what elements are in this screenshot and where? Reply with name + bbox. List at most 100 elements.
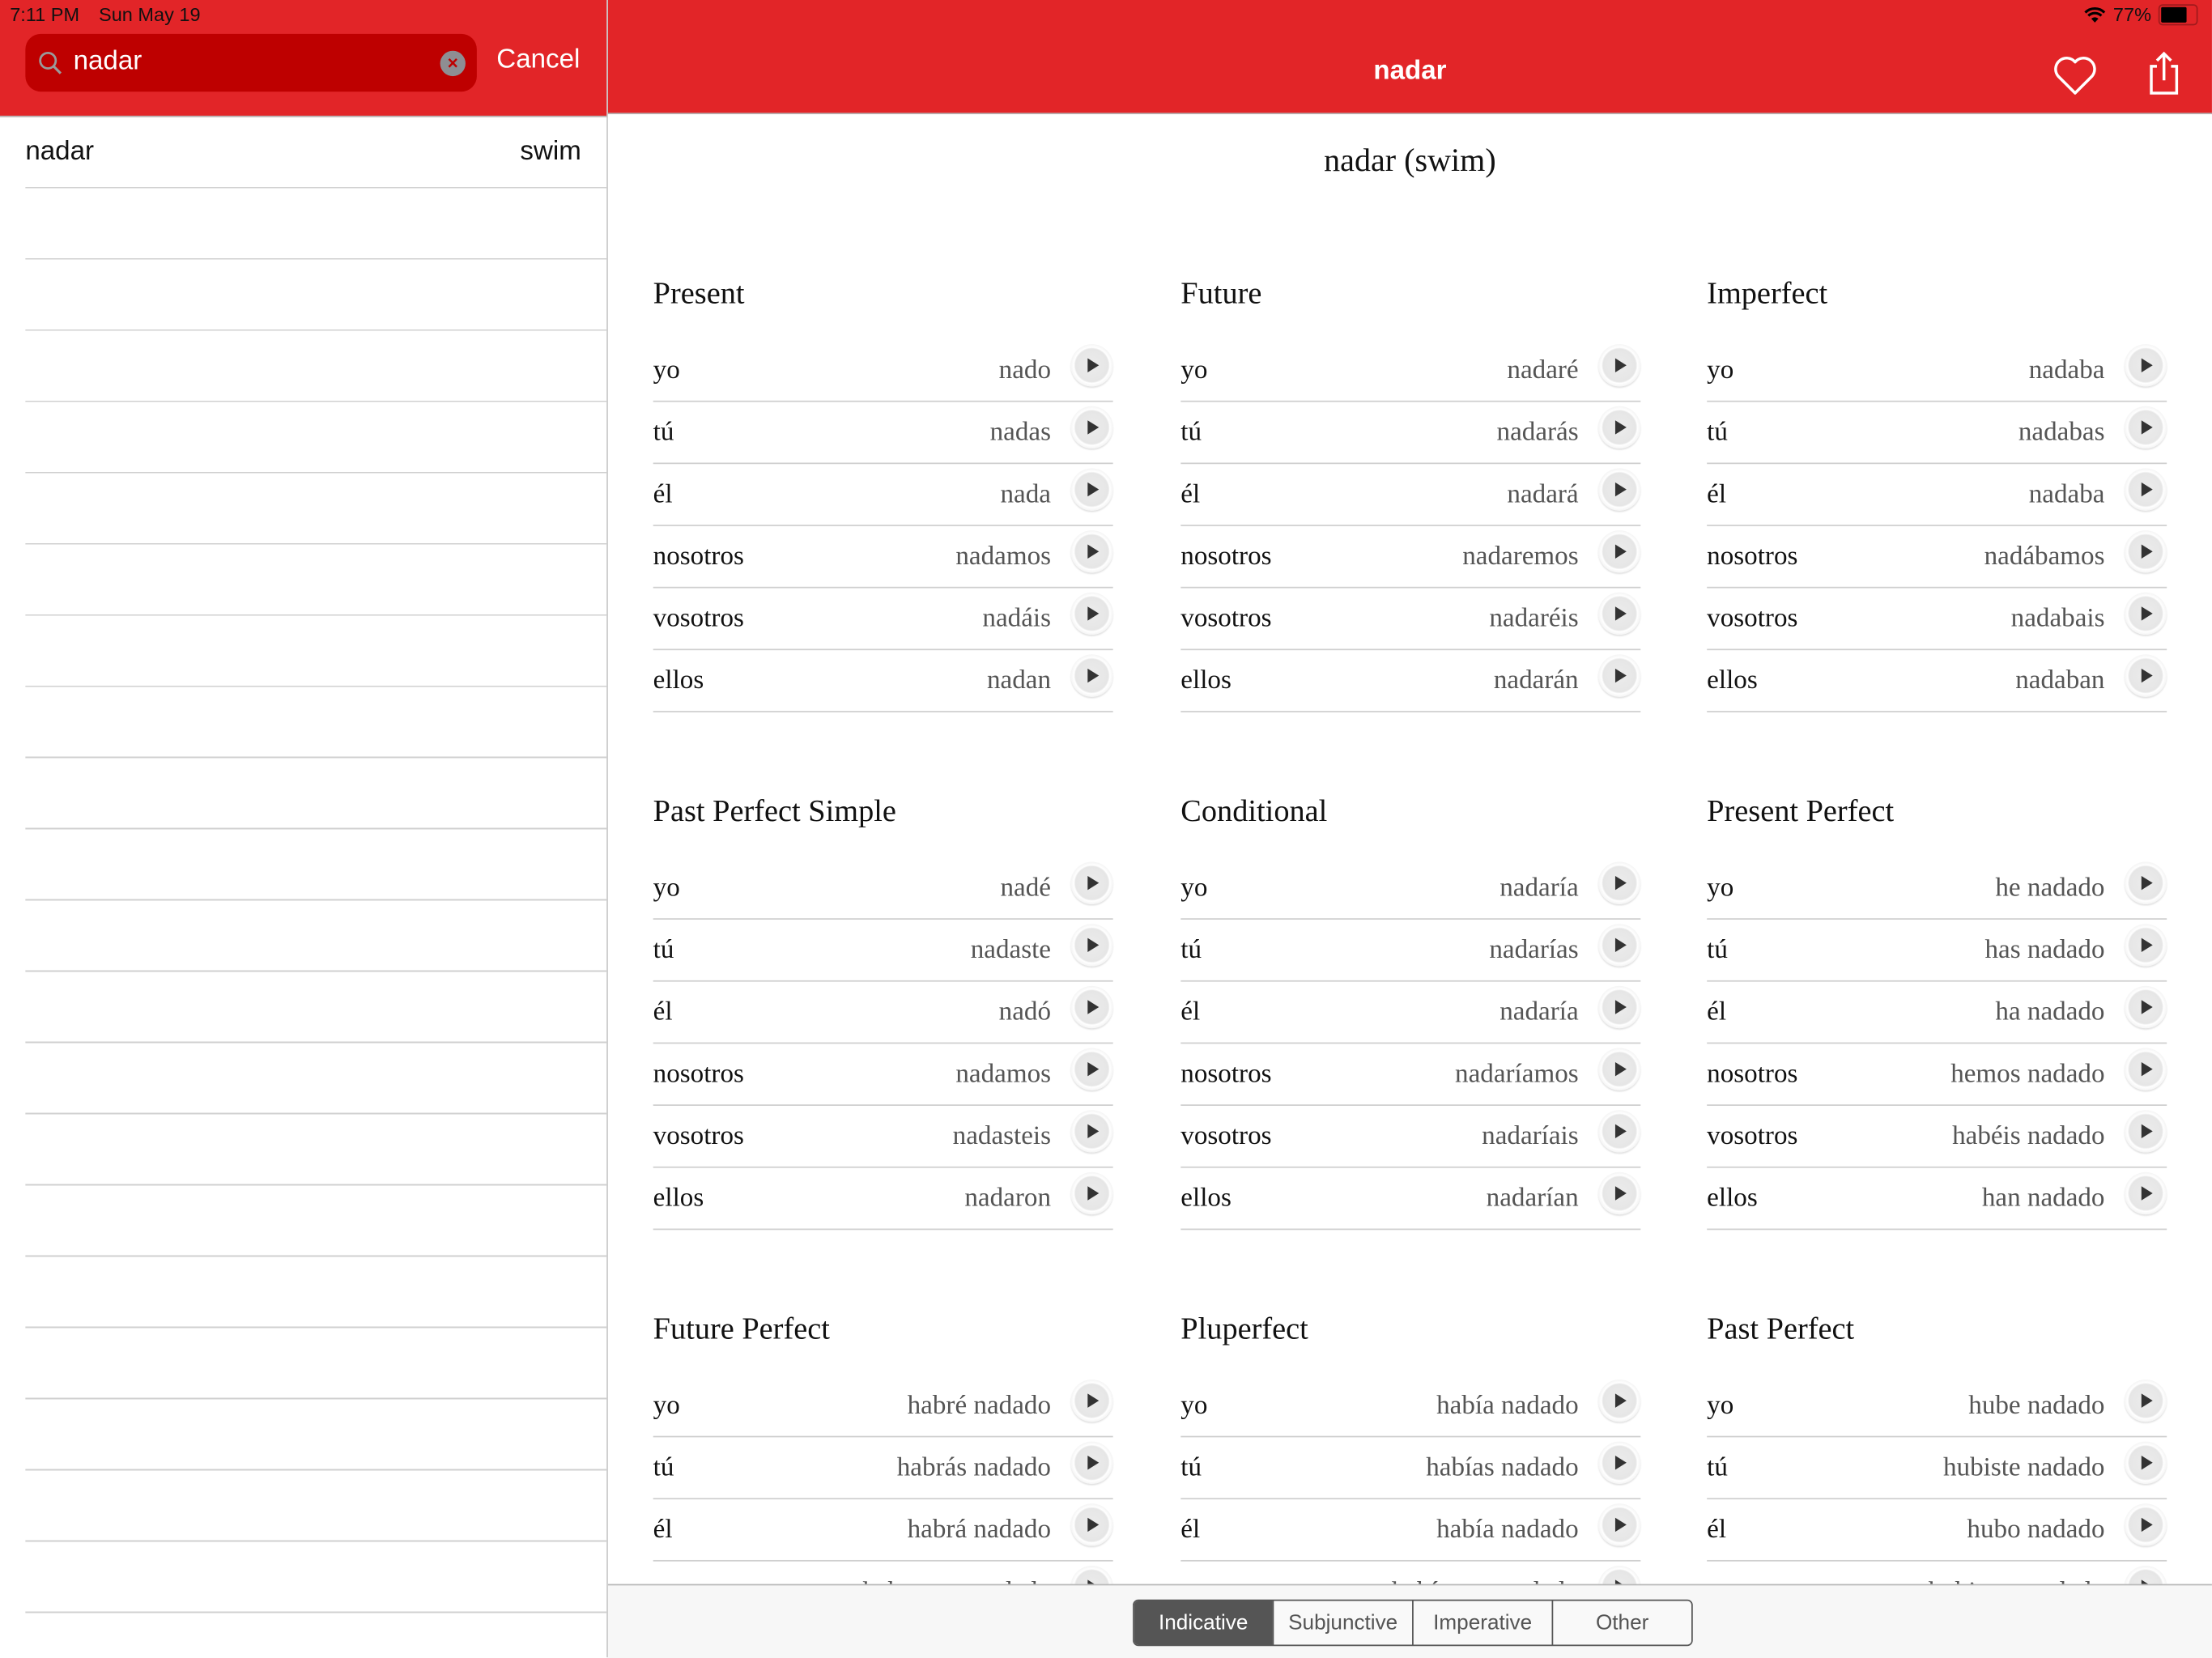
play-audio-icon[interactable] [2124, 1565, 2167, 1584]
conjugation-row: él nadaba [1707, 464, 2167, 526]
play-audio-icon[interactable] [1070, 1379, 1113, 1422]
share-icon[interactable] [2146, 51, 2182, 96]
tense-title: Pluperfect [1180, 1310, 1308, 1346]
result-translation: swim [520, 137, 581, 167]
play-audio-icon[interactable] [2124, 985, 2167, 1029]
pronoun: yo [1180, 355, 1208, 385]
play-audio-icon[interactable] [2124, 468, 2167, 511]
conjugation-row: tú habrás nadado [653, 1437, 1113, 1500]
conjugation-row: yo habré nadado [653, 1375, 1113, 1438]
pronoun: ellos [1180, 665, 1231, 695]
conjugated-form: hubimos nadado [1929, 1577, 2105, 1584]
play-audio-icon[interactable] [2124, 530, 2167, 573]
conjugation-row: nosotros nadamos [653, 526, 1113, 589]
results-list: nadar swim [25, 117, 607, 1658]
play-audio-icon[interactable] [2124, 1171, 2167, 1215]
play-audio-icon[interactable] [2124, 592, 2167, 636]
tense-section: Present yo nado tú nadas él nada nosotros nadamo… [653, 275, 1113, 712]
play-audio-icon[interactable] [1070, 1503, 1113, 1546]
play-audio-icon[interactable] [1598, 1379, 1641, 1422]
status-bar-left: 7:11 PM Sun May 19 [10, 4, 215, 25]
play-audio-icon[interactable] [1598, 530, 1641, 573]
tab-imperative[interactable]: Imperative [1412, 1601, 1552, 1645]
play-audio-icon[interactable] [1070, 985, 1113, 1029]
pronoun: vosotros [653, 603, 744, 634]
play-audio-icon[interactable] [2124, 406, 2167, 449]
play-audio-icon[interactable] [1598, 654, 1641, 697]
play-audio-icon[interactable] [1070, 1048, 1113, 1090]
conjugation-row: él habrá nadado [653, 1499, 1113, 1562]
conjugated-form: nadaron [964, 1183, 1052, 1214]
conjugated-form: nadáis [982, 603, 1052, 634]
play-audio-icon[interactable] [1070, 1441, 1113, 1484]
search-icon [39, 51, 62, 74]
conjugated-form: nadabas [2018, 417, 2105, 448]
tense-section: Past Perfect yo hube nadado tú hubiste nadad… [1707, 1311, 2167, 1584]
conjugated-form: nadó [998, 997, 1052, 1027]
heart-icon[interactable] [2052, 53, 2098, 96]
app: 7:11 PM Sun May 19 × Cancel nadar swim 7… [0, 0, 2212, 1658]
play-audio-icon[interactable] [1598, 1110, 1641, 1153]
play-audio-icon[interactable] [2124, 654, 2167, 697]
tab-subjunctive[interactable]: Subjunctive [1272, 1601, 1413, 1645]
tab-other[interactable]: Other [1551, 1601, 1692, 1645]
play-audio-icon[interactable] [2124, 924, 2167, 967]
pronoun: yo [1707, 355, 1734, 385]
play-audio-icon[interactable] [1070, 468, 1113, 511]
play-audio-icon[interactable] [1598, 592, 1641, 636]
conjugation-view[interactable]: nadar (swim) Present yo nado tú nadas él nada n… [607, 114, 2212, 1584]
pronoun: él [653, 1515, 673, 1545]
play-audio-icon[interactable] [2124, 1441, 2167, 1484]
tab-indicative[interactable]: Indicative [1134, 1601, 1273, 1645]
search-input[interactable] [73, 42, 427, 83]
play-audio-icon[interactable] [1598, 1171, 1641, 1215]
play-audio-icon[interactable] [2124, 1503, 2167, 1546]
battery-icon [2158, 4, 2198, 26]
play-audio-icon[interactable] [1598, 985, 1641, 1029]
pronoun: él [1180, 479, 1201, 509]
play-audio-icon[interactable] [1598, 1565, 1641, 1584]
play-audio-icon[interactable] [1598, 344, 1641, 387]
conjugated-form: nadaríais [1482, 1121, 1579, 1151]
play-audio-icon[interactable] [1070, 1565, 1113, 1584]
play-audio-icon[interactable] [1070, 344, 1113, 387]
pronoun: nosotros [653, 1059, 744, 1090]
play-audio-icon[interactable] [1598, 468, 1641, 511]
play-audio-icon[interactable] [1070, 592, 1113, 636]
play-audio-icon[interactable] [2124, 1379, 2167, 1422]
conjugated-form: nadarán [1493, 665, 1579, 695]
clear-search-icon[interactable]: × [440, 50, 466, 77]
play-audio-icon[interactable] [2124, 1110, 2167, 1153]
tense-title: Present [653, 274, 745, 311]
conjugation-row: tú hubiste nadado [1707, 1437, 2167, 1500]
cancel-button[interactable]: Cancel [496, 45, 580, 76]
pronoun: ellos [653, 665, 704, 695]
play-audio-icon[interactable] [1598, 924, 1641, 967]
play-audio-icon[interactable] [1070, 406, 1113, 449]
play-audio-icon[interactable] [1070, 1171, 1113, 1215]
conjugation-row: vosotros nadasteis [653, 1106, 1113, 1168]
play-audio-icon[interactable] [1070, 654, 1113, 697]
play-audio-icon[interactable] [2124, 1048, 2167, 1090]
play-audio-icon[interactable] [1598, 861, 1641, 904]
conjugated-form: has nadado [1984, 935, 2105, 965]
play-audio-icon[interactable] [1070, 1110, 1113, 1153]
search-field[interactable]: × [25, 33, 477, 92]
list-item[interactable]: nadar swim [25, 117, 581, 188]
conjugation-row: ellos nadan [653, 650, 1113, 712]
play-audio-icon[interactable] [1598, 406, 1641, 449]
pronoun: nosotros [653, 1577, 744, 1584]
play-audio-icon[interactable] [1598, 1503, 1641, 1546]
conjugation-row: tú nadabas [1707, 402, 2167, 465]
play-audio-icon[interactable] [1070, 530, 1113, 573]
play-audio-icon[interactable] [1070, 924, 1113, 967]
conjugated-form: habrá nadado [907, 1515, 1052, 1545]
play-audio-icon[interactable] [2124, 861, 2167, 904]
play-audio-icon[interactable] [1598, 1441, 1641, 1484]
pronoun: él [653, 479, 673, 509]
play-audio-icon[interactable] [2124, 344, 2167, 387]
tense-section: Future Perfect yo habré nadado tú habrás nad… [653, 1311, 1113, 1584]
pronoun: yo [653, 1390, 680, 1421]
play-audio-icon[interactable] [1598, 1048, 1641, 1090]
play-audio-icon[interactable] [1070, 861, 1113, 904]
